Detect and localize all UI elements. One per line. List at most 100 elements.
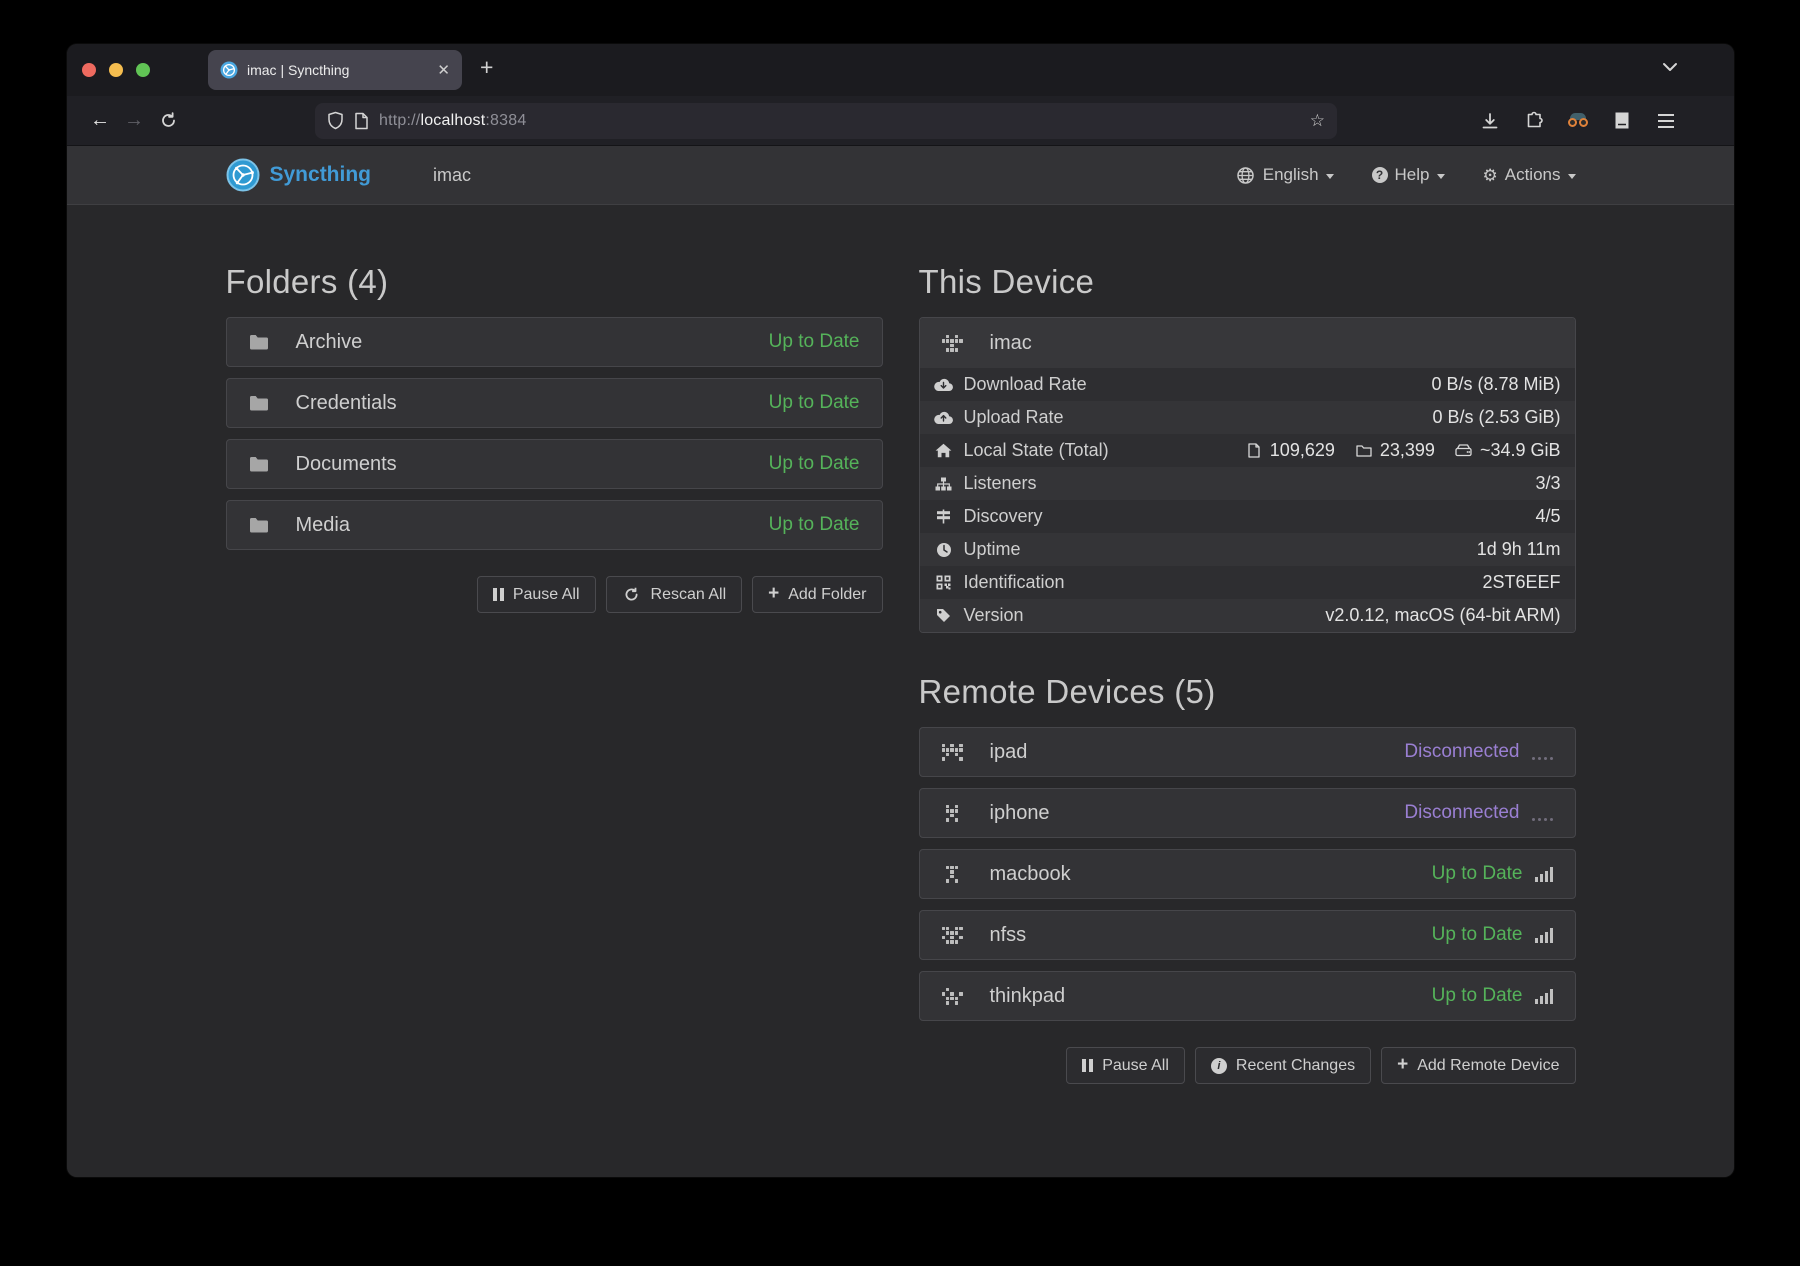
device-identicon bbox=[942, 805, 963, 822]
signal-none-icon bbox=[1532, 806, 1553, 821]
local-state-value: 109,629 23,399 ~34.9 GiB bbox=[1244, 440, 1561, 461]
device-status: Disconnected bbox=[1404, 802, 1552, 824]
device-identicon bbox=[942, 988, 963, 1005]
remote-device-row-ipad[interactable]: ipad Disconnected bbox=[919, 727, 1576, 777]
new-tab-button[interactable]: + bbox=[480, 54, 493, 81]
downloads-icon[interactable] bbox=[1475, 106, 1505, 136]
folder-row-documents[interactable]: Documents Up to Date bbox=[226, 439, 883, 489]
device-status: Disconnected bbox=[1404, 741, 1552, 763]
rescan-all-button[interactable]: Rescan All bbox=[606, 576, 743, 613]
minimize-window-button[interactable] bbox=[109, 63, 123, 77]
folder-icon bbox=[249, 395, 269, 411]
pause-all-folders-button[interactable]: Pause All bbox=[477, 576, 596, 613]
signal-bars-icon bbox=[1535, 928, 1553, 943]
identification-link[interactable]: 2ST6EEF bbox=[1482, 572, 1560, 593]
syncthing-favicon-icon bbox=[220, 61, 238, 79]
signal-bars-icon bbox=[1535, 989, 1553, 1004]
remote-device-row-macbook[interactable]: macbook Up to Date bbox=[919, 849, 1576, 899]
plus-icon: + bbox=[1397, 1055, 1408, 1074]
folder-name: Credentials bbox=[296, 392, 397, 415]
shield-icon[interactable] bbox=[327, 111, 344, 130]
chevron-down-icon bbox=[1326, 174, 1334, 179]
syncthing-navbar: Syncthing imac English ? Help bbox=[67, 146, 1734, 205]
tab-title: imac | Syncthing bbox=[247, 62, 428, 78]
download-rate-value: 0 B/s (8.78 MiB) bbox=[1431, 374, 1560, 395]
remote-device-row-iphone[interactable]: iphone Disconnected bbox=[919, 788, 1576, 838]
bookmark-star-icon[interactable]: ☆ bbox=[1310, 111, 1325, 131]
close-window-button[interactable] bbox=[82, 63, 96, 77]
pause-all-devices-button[interactable]: Pause All bbox=[1066, 1047, 1185, 1084]
extension-raccoon-icon[interactable] bbox=[1563, 106, 1593, 136]
device-status: Up to Date bbox=[1432, 985, 1553, 1007]
device-identicon bbox=[942, 744, 963, 761]
file-icon bbox=[1244, 443, 1264, 458]
device-name: imac bbox=[990, 332, 1032, 355]
browser-window: imac | Syncthing ✕ + ← → http://localhos… bbox=[67, 44, 1734, 1177]
device-name: iphone bbox=[990, 802, 1050, 825]
refresh-icon bbox=[622, 587, 642, 602]
add-remote-device-button[interactable]: + Add Remote Device bbox=[1381, 1047, 1575, 1084]
upload-rate-row: Upload Rate 0 B/s (2.53 GiB) bbox=[920, 401, 1575, 434]
clock-icon bbox=[934, 542, 954, 558]
device-name: thinkpad bbox=[990, 985, 1066, 1008]
folder-outline-icon bbox=[1354, 444, 1374, 457]
globe-icon bbox=[1236, 167, 1256, 184]
tab-bar: imac | Syncthing ✕ + bbox=[67, 44, 1734, 96]
device-status: Up to Date bbox=[1432, 863, 1553, 885]
remote-devices-heading: Remote Devices (5) bbox=[919, 673, 1576, 711]
add-folder-button[interactable]: + Add Folder bbox=[752, 576, 882, 613]
recent-changes-button[interactable]: i Recent Changes bbox=[1195, 1047, 1371, 1084]
remote-device-row-nfss[interactable]: nfss Up to Date bbox=[919, 910, 1576, 960]
browser-tab[interactable]: imac | Syncthing ✕ bbox=[208, 50, 462, 90]
uptime-value: 1d 9h 11m bbox=[1477, 539, 1561, 560]
back-button[interactable]: ← bbox=[83, 104, 117, 138]
folder-row-media[interactable]: Media Up to Date bbox=[226, 500, 883, 550]
reader-document-icon[interactable] bbox=[1607, 106, 1637, 136]
syncthing-logo-icon[interactable] bbox=[226, 158, 260, 192]
folder-status: Up to Date bbox=[769, 514, 860, 536]
syncthing-page: Syncthing imac English ? Help bbox=[67, 146, 1734, 1177]
folder-status: Up to Date bbox=[769, 453, 860, 475]
signal-none-icon bbox=[1532, 745, 1553, 760]
pause-icon bbox=[1082, 1059, 1093, 1072]
folders-column: Folders (4) Archive Up to Date Credentia… bbox=[226, 263, 883, 1084]
this-device-row[interactable]: imac bbox=[920, 318, 1575, 368]
remote-device-row-thinkpad[interactable]: thinkpad Up to Date bbox=[919, 971, 1576, 1021]
folder-row-credentials[interactable]: Credentials Up to Date bbox=[226, 378, 883, 428]
tab-close-icon[interactable]: ✕ bbox=[437, 61, 450, 79]
discovery-row: Discovery 4/5 bbox=[920, 500, 1575, 533]
zoom-window-button[interactable] bbox=[136, 63, 150, 77]
url-bar[interactable]: http://localhost:8384 ☆ bbox=[315, 103, 1337, 139]
folder-status: Up to Date bbox=[769, 392, 860, 414]
cloud-upload-icon bbox=[934, 411, 954, 425]
menu-hamburger-icon[interactable] bbox=[1651, 106, 1681, 136]
folder-icon bbox=[249, 517, 269, 533]
tab-list-chevron-icon[interactable] bbox=[1662, 62, 1678, 72]
gear-icon: ⚙ bbox=[1483, 167, 1498, 184]
device-name: nfss bbox=[990, 924, 1027, 947]
folder-row-archive[interactable]: Archive Up to Date bbox=[226, 317, 883, 367]
local-state-row: Local State (Total) 109,629 23,399 ~34.9… bbox=[920, 434, 1575, 467]
device-status: Up to Date bbox=[1432, 924, 1553, 946]
this-device-panel: imac Download Rate 0 B/s (8.78 MiB) Uplo… bbox=[919, 317, 1576, 633]
page-info-icon[interactable] bbox=[354, 112, 369, 130]
pause-icon bbox=[493, 588, 504, 601]
folder-name: Media bbox=[296, 514, 350, 537]
forward-button[interactable]: → bbox=[117, 104, 151, 138]
cloud-download-icon bbox=[934, 378, 954, 392]
language-menu[interactable]: English bbox=[1236, 165, 1334, 185]
help-menu[interactable]: ? Help bbox=[1372, 165, 1445, 185]
brand-title[interactable]: Syncthing bbox=[270, 163, 372, 187]
chevron-down-icon bbox=[1568, 174, 1576, 179]
tag-icon bbox=[934, 608, 954, 623]
upload-rate-value: 0 B/s (2.53 GiB) bbox=[1432, 407, 1560, 428]
url-text[interactable]: http://localhost:8384 bbox=[379, 112, 526, 130]
extensions-puzzle-icon[interactable] bbox=[1519, 106, 1549, 136]
devices-column: This Device imac Download Rate 0 B/s (8.… bbox=[919, 263, 1576, 1084]
device-identicon bbox=[942, 335, 963, 352]
this-device-heading: This Device bbox=[919, 263, 1576, 301]
actions-menu[interactable]: ⚙ Actions bbox=[1483, 165, 1576, 185]
folder-name: Documents bbox=[296, 453, 397, 476]
reload-button[interactable] bbox=[151, 104, 185, 138]
folder-icon bbox=[249, 456, 269, 472]
